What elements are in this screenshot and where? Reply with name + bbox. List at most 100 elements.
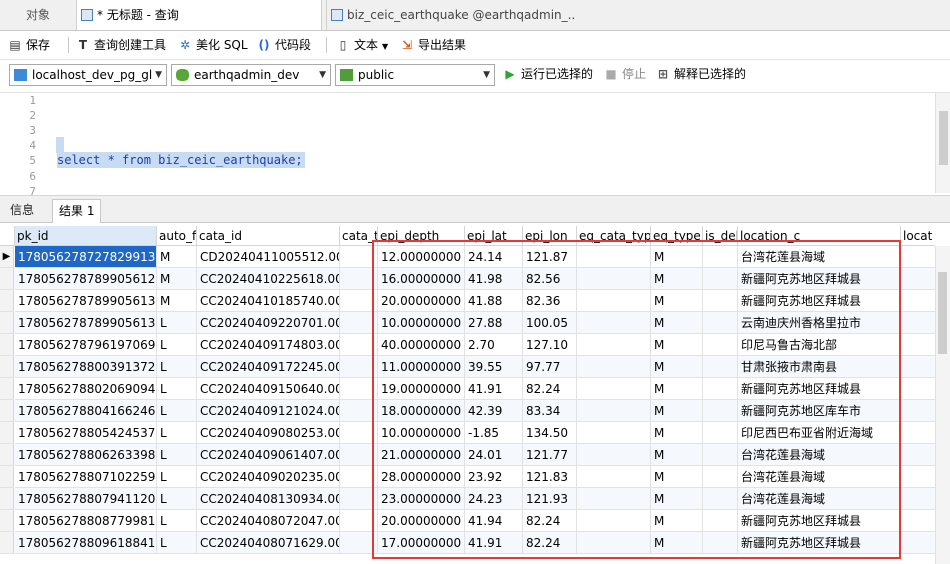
row-selector[interactable] — [0, 510, 14, 532]
cell-eq-type[interactable]: M — [651, 356, 703, 378]
cell-is-del[interactable] — [703, 466, 738, 488]
cell-pk-id[interactable]: 1780562788079411201 — [15, 488, 157, 510]
row-selector[interactable] — [0, 290, 14, 312]
cell-eq-type[interactable]: M — [651, 400, 703, 422]
cell-cata-id[interactable]: CC20240409150640.00 — [197, 378, 340, 400]
table-row[interactable]: 1780562787899056130 M CC20240410185740.00 2… — [0, 290, 935, 312]
cell-is-del[interactable] — [703, 312, 738, 334]
table-row[interactable]: 1780562788079411201 L CC20240408130934.00 2… — [0, 488, 935, 510]
cell-epi-depth[interactable]: 17.00000000 — [378, 532, 465, 554]
cell-cata-id[interactable]: CC20240409220701.00 — [197, 312, 340, 334]
stop-button[interactable]: ■ 停止 — [604, 64, 646, 84]
cell-auto-fl[interactable]: L — [157, 356, 197, 378]
cell-eq-cata-type[interactable] — [577, 532, 651, 554]
cell-epi-depth[interactable]: 10.00000000 — [378, 312, 465, 334]
cell-cata-id[interactable]: CC20240409121024.00 — [197, 400, 340, 422]
cell-cata-t[interactable] — [340, 422, 378, 444]
cell-pk-id[interactable]: 1780562788003913729 — [15, 356, 157, 378]
table-row[interactable]: 1780562788087799810 L CC20240408072047.00 2… — [0, 510, 935, 532]
table-row[interactable]: 1780562788003913729 L CC20240409172245.00 1… — [0, 356, 935, 378]
cell-auto-fl[interactable]: L — [157, 510, 197, 532]
cell-cata-id[interactable]: CC20240409061407.00 — [197, 444, 340, 466]
cell-location-c[interactable]: 云南迪庆州香格里拉市 — [738, 312, 901, 334]
cell-cata-t[interactable] — [340, 444, 378, 466]
row-selector[interactable] — [0, 378, 14, 400]
cell-locat[interactable] — [901, 312, 935, 334]
column-header-cata-id[interactable]: cata_id — [197, 226, 340, 246]
cell-epi-lat[interactable]: 42.39 — [465, 400, 523, 422]
cell-auto-fl[interactable]: L — [157, 488, 197, 510]
cell-epi-depth[interactable]: 11.00000000 — [378, 356, 465, 378]
cell-pk-id[interactable]: 1780562788087799810 — [15, 510, 157, 532]
cell-locat[interactable] — [901, 268, 935, 290]
cell-eq-type[interactable]: M — [651, 444, 703, 466]
cell-locat[interactable] — [901, 510, 935, 532]
tab-query[interactable]: * 无标题 - 查询 — [77, 0, 322, 30]
cell-eq-type[interactable]: M — [651, 268, 703, 290]
cell-eq-cata-type[interactable] — [577, 444, 651, 466]
cell-is-del[interactable] — [703, 378, 738, 400]
cell-location-c[interactable]: 甘肃张掖市肃南县 — [738, 356, 901, 378]
column-header-pk-id[interactable]: pk_id — [15, 226, 157, 246]
cell-eq-type[interactable]: M — [651, 246, 703, 268]
cell-auto-fl[interactable]: L — [157, 532, 197, 554]
table-row[interactable]: 1780562787961970690 L CC20240409174803.00 4… — [0, 334, 935, 356]
cell-locat[interactable] — [901, 422, 935, 444]
cell-location-c[interactable]: 台湾花莲县海域 — [738, 246, 901, 268]
database-select[interactable]: earthqadmin_dev ▼ — [171, 64, 331, 86]
cell-cata-t[interactable] — [340, 378, 378, 400]
column-header-cata-t[interactable]: cata_t — [340, 226, 378, 246]
cell-eq-type[interactable]: M — [651, 290, 703, 312]
cell-eq-type[interactable]: M — [651, 532, 703, 554]
cell-is-del[interactable] — [703, 246, 738, 268]
text-dropdown-button[interactable]: ▯ 文本 ▼ — [336, 35, 388, 55]
table-row[interactable]: 1780562788071022594 L CC20240409020235.00 2… — [0, 466, 935, 488]
cell-locat[interactable] — [901, 400, 935, 422]
cell-epi-lon[interactable]: 82.56 — [523, 268, 577, 290]
cell-epi-lon[interactable]: 82.24 — [523, 532, 577, 554]
cell-epi-lat[interactable]: 41.88 — [465, 290, 523, 312]
cell-epi-lon[interactable]: 121.83 — [523, 466, 577, 488]
cell-epi-lon[interactable]: 82.36 — [523, 290, 577, 312]
cell-location-c[interactable]: 新疆阿克苏地区拜城县 — [738, 378, 901, 400]
cell-epi-lat[interactable]: 24.01 — [465, 444, 523, 466]
cell-epi-lon[interactable]: 121.77 — [523, 444, 577, 466]
row-selector[interactable] — [0, 466, 14, 488]
cell-eq-cata-type[interactable] — [577, 400, 651, 422]
cell-location-c[interactable]: 印尼马鲁古海北部 — [738, 334, 901, 356]
save-button[interactable]: ▤ 保存 — [8, 35, 50, 55]
cell-eq-cata-type[interactable] — [577, 246, 651, 268]
cell-cata-t[interactable] — [340, 466, 378, 488]
cell-eq-type[interactable]: M — [651, 466, 703, 488]
cell-epi-lat[interactable]: 41.98 — [465, 268, 523, 290]
cell-eq-cata-type[interactable] — [577, 466, 651, 488]
cell-epi-lon[interactable]: 121.87 — [523, 246, 577, 268]
sql-statement[interactable]: select * from biz_ceic_earthquake; — [57, 152, 305, 168]
cell-location-c[interactable]: 台湾花莲县海域 — [738, 466, 901, 488]
cell-pk-id[interactable]: 1780562788062633985 — [15, 444, 157, 466]
row-selector[interactable] — [0, 444, 14, 466]
cell-cata-t[interactable] — [340, 532, 378, 554]
column-header-is-del[interactable]: is_del — [703, 226, 738, 246]
cell-eq-cata-type[interactable] — [577, 356, 651, 378]
cell-auto-fl[interactable]: L — [157, 444, 197, 466]
cell-epi-lat[interactable]: 39.55 — [465, 356, 523, 378]
cell-is-del[interactable] — [703, 488, 738, 510]
explain-selected-button[interactable]: ⊞ 解释已选择的 — [656, 64, 746, 84]
cell-cata-t[interactable] — [340, 400, 378, 422]
row-selector[interactable] — [0, 400, 14, 422]
table-row[interactable]: 1780562788062633985 L CC20240409061407.00 2… — [0, 444, 935, 466]
current-row-indicator-icon[interactable]: ▶ — [0, 246, 14, 268]
cell-pk-id[interactable]: 1780562787278299138 — [15, 246, 157, 268]
table-row[interactable]: 1780562788041662466 L CC20240409121024.00 1… — [0, 400, 935, 422]
cell-eq-type[interactable]: M — [651, 312, 703, 334]
column-header-auto-fl[interactable]: auto_fl — [157, 226, 197, 246]
column-header-epi-lon[interactable]: epi_lon — [523, 226, 577, 246]
cell-location-c[interactable]: 台湾花莲县海域 — [738, 444, 901, 466]
cell-eq-cata-type[interactable] — [577, 334, 651, 356]
tab-result-1[interactable]: 结果 1 — [52, 199, 102, 223]
cell-is-del[interactable] — [703, 444, 738, 466]
cell-epi-depth[interactable]: 23.00000000 — [378, 488, 465, 510]
cell-cata-t[interactable] — [340, 290, 378, 312]
cell-is-del[interactable] — [703, 422, 738, 444]
